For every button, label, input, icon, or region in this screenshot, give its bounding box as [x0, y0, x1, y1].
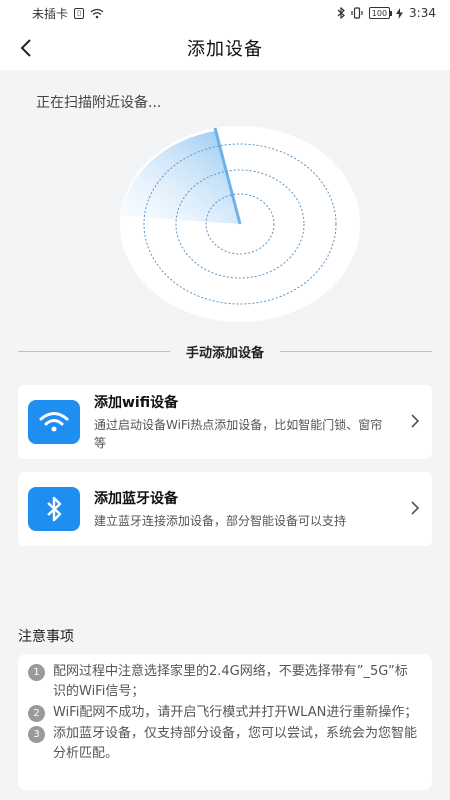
card-body: 添加蓝牙设备 建立蓝牙连接添加设备，部分智能设备可以支持 — [94, 488, 394, 530]
note-text: 配网过程中注意选择家里的2.4G网络，不要选择带有”_5G”标识的WiFi信号； — [53, 664, 408, 699]
chevron-right-icon — [411, 414, 420, 428]
manual-add-divider: 手动添加设备 — [18, 340, 433, 362]
card-description: 建立蓝牙连接添加设备，部分智能设备可以支持 — [94, 514, 347, 528]
note-number-badge: 3 — [28, 726, 45, 743]
note-text: WiFi配网不成功，请开启飞行模式并打开WLAN进行重新操作； — [53, 705, 418, 720]
card-title: 添加蓝牙设备 — [94, 491, 178, 507]
radar-scan-graphic — [120, 126, 360, 322]
bluetooth-status-icon — [337, 7, 345, 19]
header: 添加设备 — [0, 26, 450, 70]
divider-line-right — [280, 350, 433, 352]
vibrate-icon — [351, 7, 363, 19]
card-body: 添加wifi设备 通过启动设备WiFi热点添加设备，比如智能门锁、窗帘等 — [94, 392, 394, 452]
manual-add-label: 手动添加设备 — [186, 345, 265, 361]
note-number-badge: 1 — [28, 664, 45, 681]
status-right: 100 3:34 — [337, 6, 436, 20]
add-wifi-device-card[interactable]: 添加wifi设备 通过启动设备WiFi热点添加设备，比如智能门锁、窗帘等 — [18, 385, 432, 459]
card-title: 添加wifi设备 — [94, 395, 179, 411]
wifi-status-icon — [90, 8, 104, 18]
status-bar: 未插卡 ▯ 100 3:34 — [0, 0, 450, 26]
bluetooth-icon — [28, 487, 80, 531]
chevron-right-icon — [411, 501, 420, 515]
wifi-icon — [28, 400, 80, 444]
scan-status-text: 正在扫描附近设备... — [36, 95, 162, 111]
chevron-left-icon — [20, 39, 31, 57]
note-item: 3 添加蓝牙设备，仅支持部分设备，您可以尝试，系统会为您智能分析匹配。 — [28, 724, 420, 764]
notes-title: 注意事项 — [18, 629, 74, 645]
back-button[interactable] — [10, 32, 42, 64]
battery-level: 100 — [371, 8, 388, 18]
status-time: 3:34 — [409, 6, 436, 20]
note-number-badge: 2 — [28, 705, 45, 722]
note-item: 2 WiFi配网不成功，请开启飞行模式并打开WLAN进行重新操作； — [28, 703, 420, 723]
note-item: 1 配网过程中注意选择家里的2.4G网络，不要选择带有”_5G”标识的WiFi信… — [28, 662, 420, 702]
battery-icon: 100 — [368, 7, 393, 19]
page-title: 添加设备 — [187, 39, 263, 60]
notes-box: 1 配网过程中注意选择家里的2.4G网络，不要选择带有”_5G”标识的WiFi信… — [18, 654, 432, 790]
status-left: 未插卡 ▯ — [32, 5, 104, 22]
sim-icon: ▯ — [74, 7, 85, 19]
note-text: 添加蓝牙设备，仅支持部分设备，您可以尝试，系统会为您智能分析匹配。 — [53, 726, 418, 761]
card-description: 通过启动设备WiFi热点添加设备，比如智能门锁、窗帘等 — [94, 418, 383, 450]
add-bluetooth-device-card[interactable]: 添加蓝牙设备 建立蓝牙连接添加设备，部分智能设备可以支持 — [18, 472, 432, 546]
divider-line-left — [18, 350, 170, 352]
charging-icon — [396, 7, 404, 19]
carrier-text: 未插卡 — [32, 6, 69, 21]
